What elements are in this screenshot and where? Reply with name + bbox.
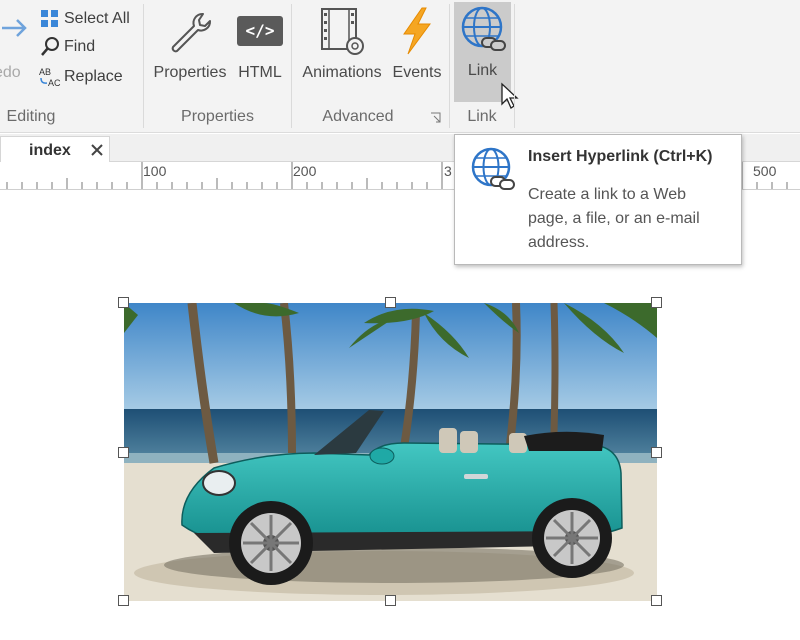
resize-handle-bottom-middle[interactable] — [385, 595, 396, 606]
mouse-cursor-icon — [501, 82, 519, 109]
tab-index[interactable]: index — [0, 136, 110, 163]
ruler-label-200: 200 — [293, 163, 317, 179]
ribbon: edo Select All Find A — [0, 0, 800, 133]
advanced-dialog-launcher-icon[interactable] — [430, 111, 442, 123]
resize-handle-bottom-left[interactable] — [118, 595, 129, 606]
insert-hyperlink-tooltip: Insert Hyperlink (Ctrl+K) Create a link … — [454, 134, 742, 265]
html-icon-text: </> — [245, 21, 275, 40]
select-all-label: Select All — [64, 10, 130, 27]
app-window: edo Select All Find A — [0, 0, 800, 640]
resize-handle-bottom-right[interactable] — [651, 595, 662, 606]
ruler-label-500: 500 — [753, 163, 777, 179]
resize-handle-top-left[interactable] — [118, 297, 129, 308]
animations-button[interactable]: Animations — [296, 4, 388, 104]
ruler-label-300: 3 — [444, 163, 452, 179]
tooltip-description: Create a link to a Web page, a file, or … — [528, 186, 700, 251]
resize-handle-middle-left[interactable] — [118, 447, 129, 458]
properties-button[interactable]: Properties — [148, 4, 232, 104]
close-icon[interactable] — [89, 142, 105, 158]
replace-label: Replace — [64, 68, 123, 85]
car-beach-image[interactable] — [124, 303, 657, 601]
globe-link-icon — [471, 147, 515, 190]
redo-button[interactable]: edo — [0, 4, 30, 104]
redo-icon — [2, 19, 27, 37]
lightning-bolt-icon — [403, 7, 431, 55]
tooltip-title: Insert Hyperlink (Ctrl+K) — [528, 148, 713, 165]
link-label: Link — [467, 62, 498, 79]
events-button[interactable]: Events — [390, 4, 444, 104]
group-separator — [514, 4, 515, 128]
advanced-group-label: Advanced — [322, 108, 394, 125]
html-button[interactable]: </> HTML — [234, 4, 286, 104]
resize-handle-top-right[interactable] — [651, 297, 662, 308]
find-button[interactable]: Find — [38, 36, 95, 58]
group-separator — [291, 4, 292, 128]
image-illustration — [124, 303, 657, 601]
resize-handle-top-middle[interactable] — [385, 297, 396, 308]
redo-label: edo — [0, 64, 21, 81]
find-icon — [38, 36, 62, 58]
animations-label: Animations — [302, 64, 382, 81]
replace-icon-ac: AC — [48, 78, 61, 88]
replace-icon-ab: AB — [39, 67, 51, 77]
editing-group-label: Editing — [6, 108, 56, 125]
select-all-icon — [38, 8, 62, 30]
resize-handle-middle-right[interactable] — [651, 447, 662, 458]
properties-label: Properties — [153, 64, 227, 81]
globe-link-icon — [461, 6, 506, 51]
find-label: Find — [64, 38, 96, 55]
wrench-icon — [171, 13, 211, 53]
ruler-label-100: 100 — [143, 163, 167, 179]
replace-icon: AB AC — [38, 66, 62, 88]
replace-button[interactable]: AB AC Replace — [38, 66, 123, 88]
events-label: Events — [392, 64, 442, 81]
select-all-button[interactable]: Select All — [38, 8, 130, 30]
tab-index-label: index — [29, 142, 71, 159]
link-group-label: Link — [467, 108, 497, 125]
html-label: HTML — [238, 64, 282, 81]
animations-film-icon — [321, 8, 364, 55]
properties-group-label: Properties — [181, 108, 254, 125]
